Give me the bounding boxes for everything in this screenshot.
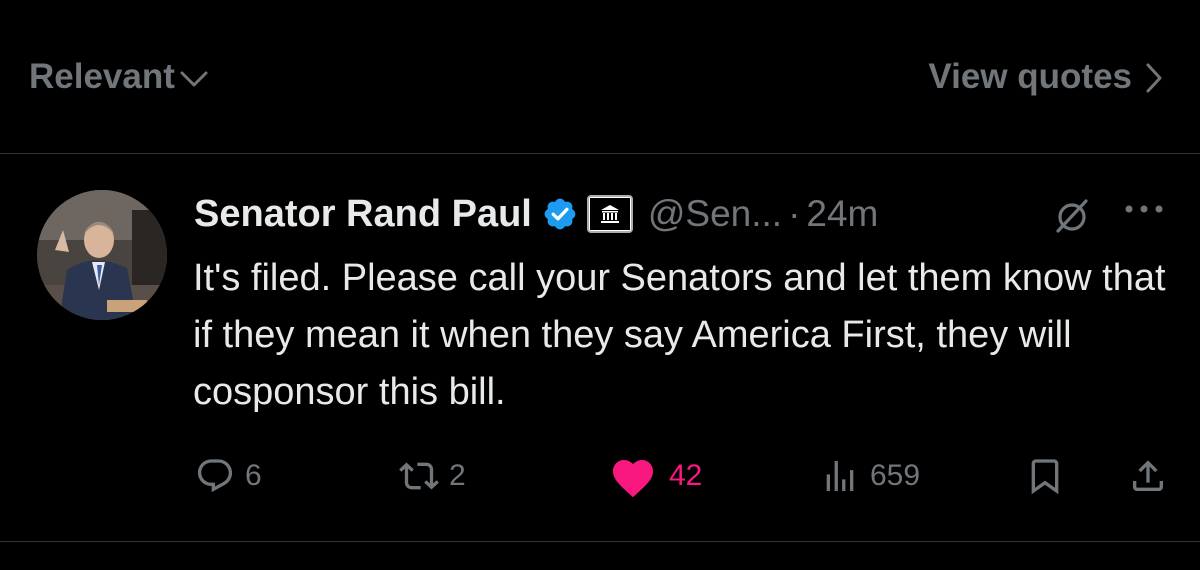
heart-filled-icon [613, 460, 653, 498]
reply-button[interactable]: 6 [195, 454, 262, 498]
reply-count: 6 [245, 459, 262, 492]
author-name[interactable]: Senator Rand Paul [194, 193, 532, 236]
conversation-header: Relevant View quotes [0, 0, 1200, 154]
bookmark-button[interactable] [1025, 454, 1065, 498]
views-chart-icon [826, 461, 854, 491]
tweet-header: Senator Rand Paul @Sen... · 24m [194, 188, 878, 240]
grok-icon[interactable] [1052, 196, 1092, 241]
like-button[interactable]: 42 [607, 454, 702, 498]
view-quotes-button[interactable]: View quotes [928, 57, 1164, 97]
share-icon [1133, 460, 1163, 491]
view-quotes-label: View quotes [928, 57, 1132, 96]
bookmark-icon [1031, 459, 1059, 495]
more-options-icon[interactable] [1122, 202, 1166, 221]
chevron-down-icon [180, 71, 208, 87]
government-building-icon[interactable] [586, 195, 633, 233]
tweet-text: It's filed. Please call your Senators an… [193, 257, 1166, 413]
like-count: 42 [669, 459, 703, 492]
tweet-timestamp[interactable]: 24m [806, 193, 878, 235]
sort-replies-button[interactable]: Relevant [29, 57, 209, 97]
views-button[interactable]: 659 [820, 454, 920, 498]
tweet[interactable]: Senator Rand Paul @Sen... · 24m It's fil… [0, 154, 1200, 542]
tweet-actions: 6 2 42 659 [0, 454, 1200, 498]
chevron-right-icon [1146, 63, 1162, 93]
avatar[interactable] [37, 190, 167, 320]
sort-label: Relevant [29, 57, 175, 96]
reply-icon [197, 459, 233, 493]
view-count: 659 [870, 459, 921, 492]
author-handle[interactable]: @Sen... [648, 193, 782, 235]
repost-button[interactable]: 2 [399, 454, 466, 498]
separator-dot: · [788, 193, 801, 234]
repost-count: 2 [449, 459, 466, 492]
share-button[interactable] [1128, 454, 1168, 498]
verified-badge-icon[interactable] [542, 196, 578, 232]
repost-icon [399, 462, 439, 490]
